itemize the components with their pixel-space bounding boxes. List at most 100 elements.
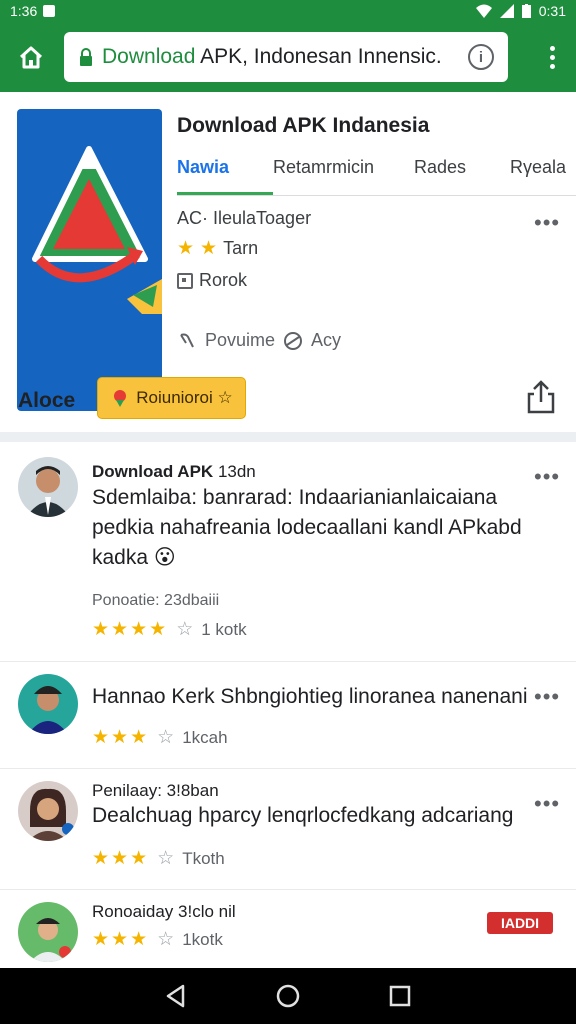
review-rating: ★ ★ ★ ☆ 1kotk bbox=[92, 928, 223, 951]
review-header: Download APK 13dn bbox=[92, 462, 256, 482]
permissions-label: Povuime bbox=[205, 330, 276, 350]
review-time: 13dn bbox=[217, 462, 256, 481]
review-item: Ronoaiday 3!clo nil IADDI ★ ★ ★ ☆ 1kotk bbox=[0, 890, 576, 968]
review-text: Hannao Kerk Shbngiohtieg linoranea nanen… bbox=[92, 685, 528, 708]
star-icon: ★ bbox=[200, 238, 218, 259]
lock-icon bbox=[80, 48, 92, 66]
review-text: Sdemlaiba: banrarad: Indaarianianlaicaia… bbox=[92, 486, 522, 569]
review-header: Ronoaiday 3!clo nil bbox=[92, 902, 236, 922]
review-time: 3!clo nil bbox=[178, 902, 236, 921]
url-text: Download APK, Indonesan Innensic. bbox=[102, 45, 468, 69]
url-field[interactable]: Download APK, Indonesan Innensic. i bbox=[64, 32, 508, 82]
back-icon[interactable] bbox=[163, 983, 189, 1009]
review-more-icon[interactable]: ••• bbox=[534, 791, 560, 817]
signal-icon bbox=[499, 4, 514, 18]
review-likes: 1 kotk bbox=[201, 619, 247, 639]
review-rating: ★ ★ ★ ☆ Tkoth bbox=[92, 847, 225, 870]
battery-icon bbox=[521, 4, 531, 18]
review-time: 3!8ban bbox=[166, 781, 219, 800]
tab-related[interactable]: Rades bbox=[414, 150, 510, 195]
notification-icon bbox=[43, 5, 56, 17]
report-tag[interactable]: IADDI bbox=[487, 912, 553, 934]
review-rating: ★ ★ ★ ★ ☆ 1 kotk bbox=[92, 618, 247, 641]
tab-more[interactable]: Rγeala bbox=[510, 150, 566, 195]
section-divider bbox=[0, 432, 576, 442]
like-icon[interactable]: ☆ bbox=[176, 618, 193, 641]
url-host: Download bbox=[102, 45, 196, 68]
review-meta: Ponoatie: 23dbaiii bbox=[92, 592, 220, 609]
developer-row: AC· IleulaToager bbox=[177, 208, 311, 229]
age-label: Acy bbox=[311, 330, 342, 350]
star-icon: ★ bbox=[111, 929, 129, 950]
star-icon: ★ bbox=[111, 619, 129, 640]
review-author: Penilaay: bbox=[92, 781, 162, 800]
star-icon: ★ bbox=[111, 727, 129, 748]
tab-overview[interactable]: Nawia bbox=[177, 150, 273, 195]
category-row: Rorok bbox=[177, 270, 247, 291]
home-nav-icon[interactable] bbox=[275, 983, 301, 1009]
rating-label: Tarn bbox=[223, 238, 259, 258]
tab-reviews[interactable]: Retamrmicin bbox=[273, 150, 414, 195]
app-title: Download APK Indanesia bbox=[177, 114, 430, 137]
avatar bbox=[18, 902, 78, 962]
star-icon: ★ bbox=[92, 619, 110, 640]
battery-text: 0:31 bbox=[538, 3, 566, 19]
review-more-icon[interactable]: ••• bbox=[534, 464, 560, 490]
star-icon: ★ bbox=[92, 848, 110, 869]
info-icon[interactable]: i bbox=[468, 44, 494, 70]
wifi-icon bbox=[475, 4, 492, 18]
review-item: Download APK 13dn ••• Sdemlaiba: banrara… bbox=[0, 442, 576, 662]
review-item: Penilaay: 3!8ban ••• Dealchuag hparcy le… bbox=[0, 769, 576, 890]
home-button[interactable] bbox=[14, 40, 48, 74]
review-author: Ronoaiday bbox=[92, 902, 174, 921]
avatar bbox=[18, 781, 78, 841]
recommend-badge[interactable]: Roiunioroi ☆ bbox=[97, 377, 246, 419]
url-path: APK, Indonesan Innensic. bbox=[195, 45, 442, 68]
star-icon: ★ bbox=[130, 929, 148, 950]
star-icon: ★ bbox=[130, 727, 148, 748]
review-more-icon[interactable]: ••• bbox=[534, 684, 560, 710]
app-icon bbox=[17, 109, 162, 411]
star-icon: ★ bbox=[111, 848, 129, 869]
badge-icon bbox=[114, 390, 127, 407]
app-tabs: Nawia Retamrmicin Rades Rγeala bbox=[177, 150, 576, 196]
about-label: Aloce bbox=[18, 389, 76, 412]
app-logo-icon bbox=[32, 146, 162, 314]
recents-icon[interactable] bbox=[387, 983, 413, 1009]
star-icon: ★ bbox=[177, 238, 195, 259]
review-header: Penilaay: 3!8ban bbox=[92, 781, 219, 801]
review-rating: ★ ★ ★ ☆ 1kcah bbox=[92, 726, 228, 749]
category-icon bbox=[177, 272, 193, 289]
overflow-menu-icon[interactable] bbox=[542, 45, 562, 69]
review-likes: Tkoth bbox=[182, 848, 225, 868]
review-likes: 1kcah bbox=[182, 727, 228, 747]
browser-toolbar: Download APK, Indonesan Innensic. i bbox=[0, 22, 576, 92]
review-likes: 1kotk bbox=[182, 929, 223, 949]
category-label: Rorok bbox=[199, 270, 248, 290]
avatar bbox=[18, 457, 78, 517]
like-icon[interactable]: ☆ bbox=[157, 726, 174, 749]
review-author: Download APK bbox=[92, 462, 214, 481]
status-time: 1:36 bbox=[10, 3, 38, 19]
permissions-row[interactable]: Povuime Acy bbox=[177, 330, 341, 351]
age-icon bbox=[284, 331, 303, 350]
star-icon: ★ bbox=[149, 619, 167, 640]
rating-row: ★ ★ Tarn bbox=[177, 237, 258, 260]
system-nav-bar bbox=[0, 968, 576, 1024]
share-icon[interactable] bbox=[526, 380, 556, 414]
like-icon[interactable]: ☆ bbox=[157, 928, 174, 951]
status-bar: 1:36 0:31 bbox=[0, 0, 576, 22]
home-icon bbox=[19, 46, 43, 69]
star-icon: ★ bbox=[130, 848, 148, 869]
badge-label: Roiunioroi ☆ bbox=[136, 388, 233, 407]
like-icon[interactable]: ☆ bbox=[157, 847, 174, 870]
about-row: Aloce Roiunioroi ☆ bbox=[0, 372, 576, 430]
star-icon: ★ bbox=[92, 727, 110, 748]
star-icon: ★ bbox=[130, 619, 148, 640]
developer-name: AC· IleulaToager bbox=[177, 208, 312, 228]
review-text: Dealchuag hparcy lenqrlocfedkang adcaria… bbox=[92, 804, 514, 827]
avatar bbox=[18, 674, 78, 734]
app-more-icon[interactable]: ••• bbox=[534, 212, 560, 234]
star-icon: ★ bbox=[92, 929, 110, 950]
permission-icon bbox=[180, 333, 194, 347]
